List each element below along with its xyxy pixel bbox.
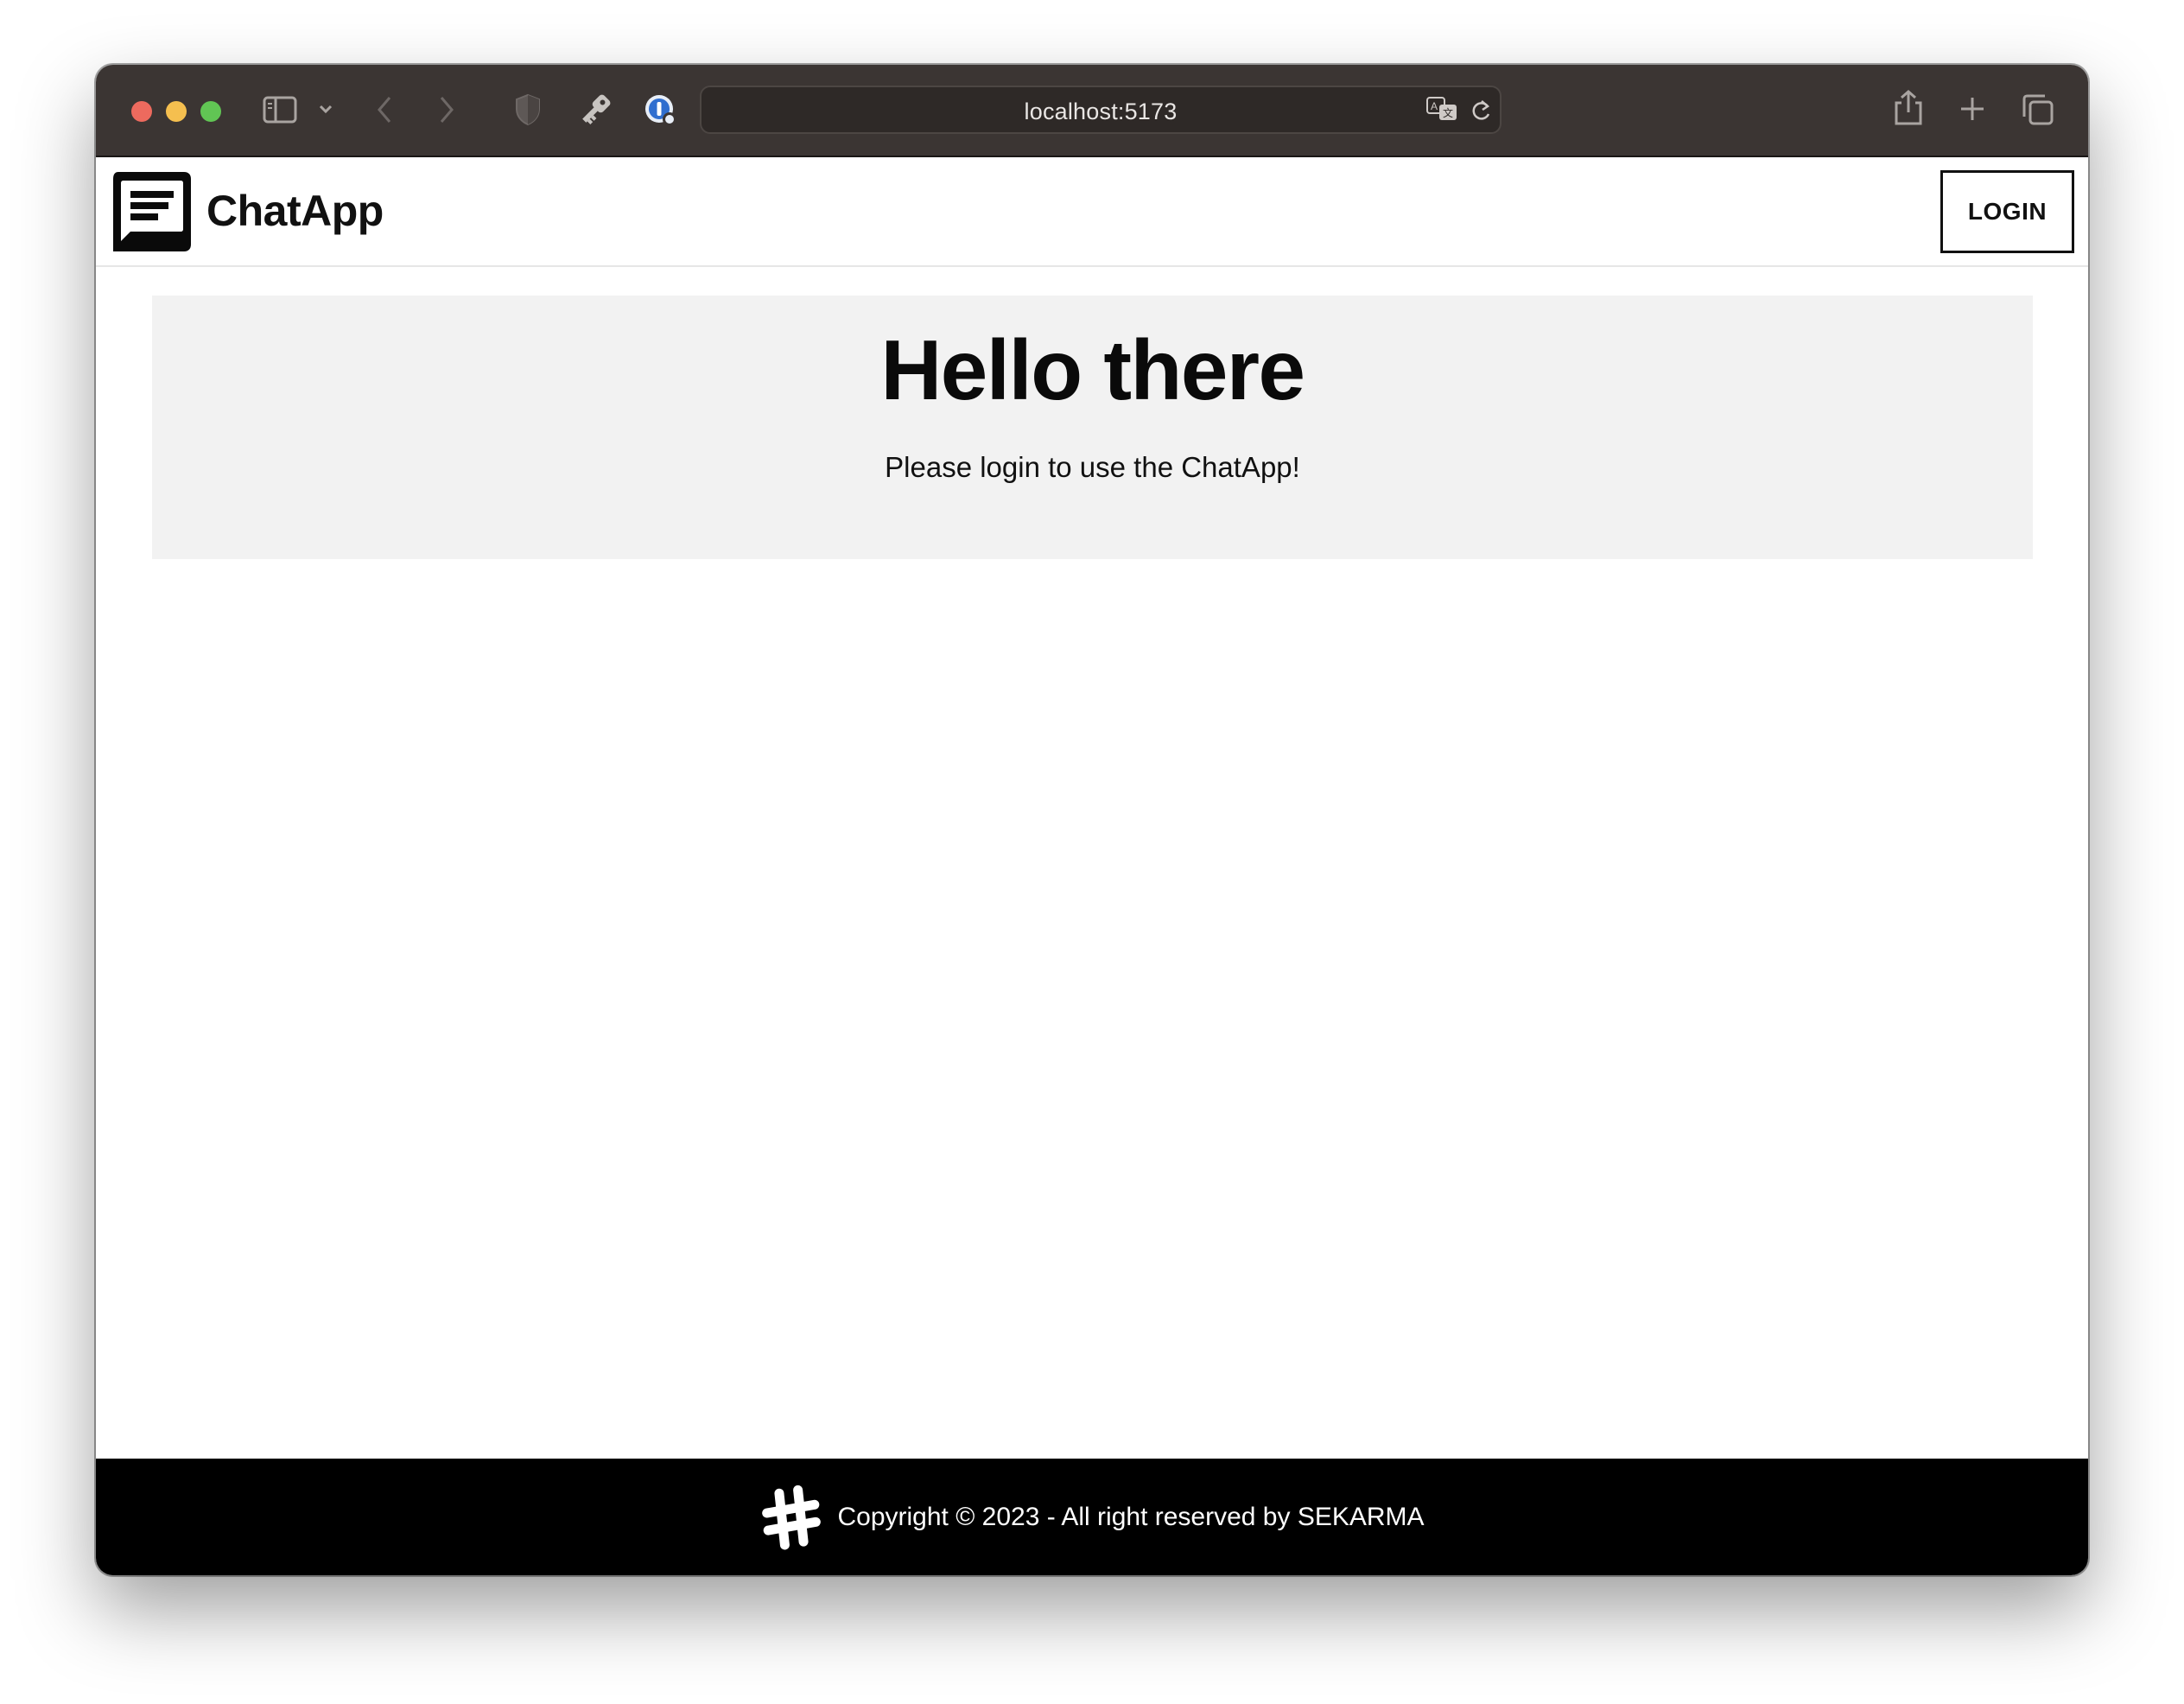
forward-arrow-icon[interactable] (436, 94, 457, 125)
new-tab-icon[interactable] (1959, 95, 1986, 123)
translate-icon[interactable]: A 文 (1425, 96, 1460, 124)
page-content: ChatApp LOGIN Hello there Please login t… (96, 157, 2088, 1575)
svg-text:A: A (1431, 100, 1438, 112)
chevron-down-icon[interactable] (319, 104, 333, 114)
reload-icon[interactable] (1469, 98, 1493, 124)
shield-icon[interactable] (515, 93, 541, 126)
copyright-text: Copyright © 2023 - All right reserved by… (837, 1503, 1425, 1531)
navbar: ChatApp LOGIN (96, 157, 2088, 267)
tab-overview-icon[interactable] (2021, 92, 2055, 127)
address-bar[interactable]: localhost:5173 A 文 (700, 86, 1502, 134)
minimize-window-button[interactable] (166, 101, 187, 122)
sidebar-icon[interactable] (263, 96, 297, 124)
url-text: localhost:5173 (1024, 99, 1178, 124)
footer-content: Copyright © 2023 - All right reserved by… (96, 1485, 2088, 1550)
back-arrow-icon[interactable] (374, 94, 395, 125)
hero-section: Hello there Please login to use the Chat… (152, 296, 2033, 559)
share-icon[interactable] (1894, 89, 1923, 127)
chat-logo-icon[interactable] (110, 170, 193, 253)
browser-window: localhost:5173 A 文 ChatApp LOGIN Hello t… (96, 65, 2088, 1575)
hero-subtitle: Please login to use the ChatApp! (885, 451, 1300, 483)
password-manager-icon[interactable] (643, 92, 679, 129)
key-icon[interactable] (576, 91, 614, 129)
zoom-window-button[interactable] (200, 101, 221, 122)
browser-toolbar: localhost:5173 A 文 (96, 65, 2088, 157)
svg-text:文: 文 (1443, 106, 1453, 119)
hero-title: Hello there (880, 322, 1305, 417)
footer: Copyright © 2023 - All right reserved by… (96, 1459, 2088, 1575)
brand-name[interactable]: ChatApp (206, 186, 384, 236)
login-button[interactable]: LOGIN (1940, 170, 2074, 253)
hashtag-icon (762, 1485, 822, 1550)
close-window-button[interactable] (131, 101, 152, 122)
